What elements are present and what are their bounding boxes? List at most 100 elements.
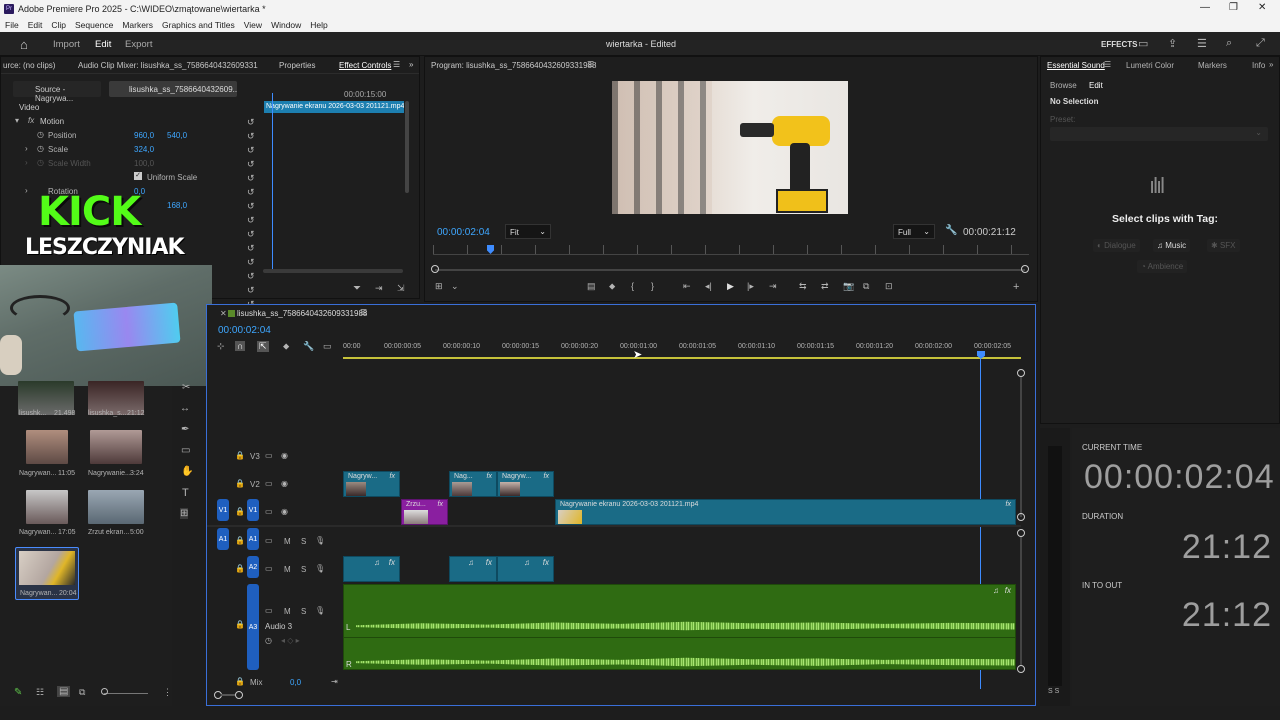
lock-icon[interactable]: 🔒	[235, 677, 245, 686]
icon-view-icon[interactable]: ▤	[57, 686, 71, 697]
zoom-slider-handle[interactable]	[101, 688, 108, 695]
subtab-browse[interactable]: Browse	[1050, 81, 1077, 90]
v-scroll-track[interactable]	[1020, 377, 1022, 517]
menu-lines-icon[interactable]: ☰	[1197, 37, 1207, 50]
menu-graphics[interactable]: Graphics and Titles	[162, 20, 235, 30]
tab-lumetri-color[interactable]: Lumetri Color	[1126, 61, 1174, 70]
reset-icon[interactable]: ↺	[247, 157, 255, 171]
filter-icon[interactable]: ⏷	[353, 283, 361, 294]
go-to-in-icon[interactable]: ⇤	[683, 281, 691, 292]
sync-icon[interactable]: ▭	[265, 536, 273, 545]
mark-in-icon[interactable]: {	[631, 281, 634, 291]
reset-icon[interactable]: ↺	[247, 227, 255, 241]
tab-effect-controls[interactable]: Effect Controls	[339, 61, 391, 70]
search-icon[interactable]: ⌕	[1226, 37, 1232, 50]
v2-clip-1[interactable]: Nagryw... fx	[343, 471, 400, 497]
timeline-timecode[interactable]: 00:00:02:04	[218, 325, 271, 336]
more-icon[interactable]: ⋮	[163, 687, 172, 698]
reset-icon[interactable]: ↺	[247, 115, 255, 129]
ec-zoom-bar[interactable]	[263, 269, 403, 273]
mute-button[interactable]: M	[284, 607, 291, 616]
go-to-out-icon[interactable]: ⇥	[769, 281, 777, 292]
mix-value[interactable]: 0,0	[290, 678, 301, 687]
tab-properties[interactable]: Properties	[279, 61, 315, 70]
chevron-down-icon[interactable]: ▾	[15, 116, 19, 125]
overwrite-icon[interactable]: ⇄	[821, 281, 829, 292]
mark-out-icon[interactable]: }	[651, 281, 654, 291]
reset-icon[interactable]: ↺	[247, 269, 255, 283]
reset-icon[interactable]: ↺	[247, 129, 255, 143]
play-icon[interactable]: ▶	[727, 281, 734, 292]
menu-view[interactable]: View	[244, 20, 262, 30]
pencil-icon[interactable]: ✎	[14, 687, 22, 698]
bin-item-selected[interactable]: Nagrywan... 20:04	[15, 547, 79, 600]
a-scroll-track[interactable]	[1020, 537, 1022, 665]
timeline-sequence-tab[interactable]: lisushka_ss_7586640432609331988	[237, 309, 367, 318]
eye-icon[interactable]: ◉	[281, 507, 288, 516]
ec-scrollbar[interactable]	[405, 101, 409, 193]
a3-music-clip[interactable]: ♫ fx L R	[343, 584, 1016, 670]
chevron-right-icon[interactable]: ›	[25, 158, 28, 167]
list-view-icon[interactable]: ☷	[36, 687, 44, 698]
tab-import[interactable]: Import	[53, 39, 80, 50]
pen-icon[interactable]: ✒	[181, 424, 189, 435]
microphone-icon[interactable]: 🎙	[315, 536, 325, 545]
bin-thumb[interactable]	[88, 490, 144, 524]
ec-playhead[interactable]	[272, 93, 273, 273]
bin-thumb[interactable]	[26, 430, 68, 464]
reset-icon[interactable]: ↺	[247, 143, 255, 157]
source-v1-button[interactable]: V1	[217, 499, 229, 521]
vr-icon[interactable]: ⊡	[885, 281, 893, 292]
tag-ambience-button[interactable]: ◔ Ambience	[1137, 260, 1188, 273]
sequence-subtab[interactable]: lisushka_ss_7586640432609...	[109, 81, 237, 97]
volume-knob-icon[interactable]: ◷	[265, 636, 272, 645]
a2-clip-2[interactable]: ♫ fx	[449, 556, 497, 582]
reset-icon[interactable]: ↺	[247, 199, 255, 213]
menu-edit[interactable]: Edit	[28, 20, 43, 30]
rectangle-icon[interactable]: ▭	[181, 445, 190, 456]
menu-window[interactable]: Window	[271, 20, 301, 30]
add-marker-icon[interactable]: ⬥	[609, 281, 615, 292]
eye-icon[interactable]: ◉	[281, 479, 288, 488]
v-scroll-top-handle[interactable]	[1017, 369, 1025, 377]
bin-thumb[interactable]	[26, 490, 68, 524]
mute-button[interactable]: M	[284, 565, 291, 574]
close-icon[interactable]: ✕	[1258, 2, 1266, 13]
tab-markers[interactable]: Markers	[1198, 61, 1227, 70]
tab-export[interactable]: Export	[125, 39, 152, 50]
h-zoom-track[interactable]	[221, 694, 235, 696]
expand-icon[interactable]: »	[409, 60, 413, 69]
sync-icon[interactable]: ▭	[265, 479, 273, 488]
sync-icon[interactable]: ▭	[265, 606, 273, 615]
tab-source-no-clips[interactable]: urce: (no clips)	[3, 61, 55, 70]
compare-icon[interactable]: ⧉	[863, 281, 869, 292]
tag-music-button[interactable]: ♫ Music	[1153, 239, 1191, 252]
menu-sequence[interactable]: Sequence	[75, 20, 113, 30]
sync-icon[interactable]: ▭	[265, 507, 273, 516]
source-subtab[interactable]: Source - Nagrywa...	[13, 81, 101, 103]
type-icon[interactable]: T	[182, 487, 189, 499]
reset-icon[interactable]: ↺	[247, 171, 255, 185]
v2-clip-2[interactable]: Nag... fx	[449, 471, 497, 497]
slip-icon[interactable]: ↔	[180, 403, 190, 414]
program-ruler[interactable]	[433, 245, 1029, 255]
menu-file[interactable]: File	[5, 20, 19, 30]
lock-icon[interactable]: 🔒	[235, 451, 245, 460]
a2-clip-1[interactable]: ♫ fx	[343, 556, 400, 582]
export-frame-icon[interactable]: ⇲	[397, 283, 405, 294]
solo-button[interactable]: S	[301, 537, 306, 546]
wrench-icon[interactable]: 🔧	[303, 341, 314, 352]
chevron-down-icon[interactable]: ⌄	[451, 281, 459, 292]
restore-icon[interactable]: ❐	[1229, 2, 1238, 13]
meter-solo-icons[interactable]: S S	[1048, 688, 1059, 695]
stopwatch-icon[interactable]: ◷	[37, 144, 44, 153]
position-y-value[interactable]: 540,0	[167, 131, 187, 140]
add-button-icon[interactable]: +	[1013, 281, 1019, 293]
microphone-icon[interactable]: 🎙	[315, 564, 325, 573]
a-scroll-top-handle[interactable]	[1017, 529, 1025, 537]
hand-icon[interactable]: ✋	[181, 466, 193, 477]
tag-sfx-button[interactable]: ✱ SFX	[1207, 239, 1240, 252]
sync-icon[interactable]: ▭	[265, 451, 273, 460]
linked-selection-icon[interactable]: ⇱	[257, 341, 269, 352]
fit-dropdown[interactable]: Fit ⌄	[505, 224, 551, 239]
